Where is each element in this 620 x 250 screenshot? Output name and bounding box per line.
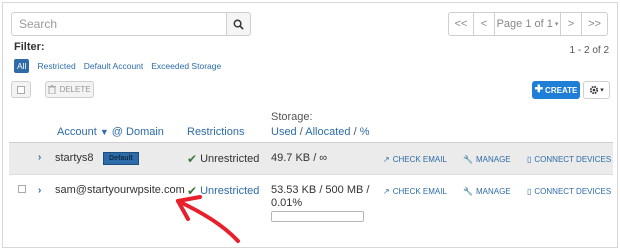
check-icon: ✔ xyxy=(187,184,198,198)
filter-options: All Restricted Default Account Exceeded … xyxy=(14,59,221,73)
first-page-button[interactable]: << xyxy=(448,12,474,36)
connect-devices-link[interactable]: ▯ CONNECT DEVICES xyxy=(527,155,611,164)
sort-desc-icon: ▼ xyxy=(99,127,109,137)
mobile-device-icon: ▯ xyxy=(527,187,532,196)
manage-label: MANAGE xyxy=(475,155,511,164)
account-header-label: Account xyxy=(57,126,97,138)
plus-icon: ✚ xyxy=(534,84,544,95)
storage-column-title: Storage: xyxy=(271,111,313,123)
sort-used-link[interactable]: Used xyxy=(271,126,297,138)
filter-all[interactable]: All xyxy=(14,59,30,73)
table-header: Account ▼ @ Domain Restrictions Storage:… xyxy=(9,107,613,143)
filter-default-account[interactable]: Default Account xyxy=(84,61,144,71)
connect-devices-link[interactable]: ▯ CONNECT DEVICES xyxy=(527,187,611,196)
account-column-header[interactable]: Account ▼ @ Domain xyxy=(57,126,164,138)
page-select-label: Page 1 of 1 xyxy=(496,18,553,30)
default-badge: Default xyxy=(103,152,139,165)
row-checkbox[interactable] xyxy=(18,185,26,193)
gear-icon xyxy=(590,85,599,95)
table-row: › startys8 Default ✔ Unrestricted 49.7 K… xyxy=(9,143,613,175)
storage-percent: 0.01% xyxy=(271,197,303,209)
check-email-label: CHECK EMAIL xyxy=(392,155,447,164)
check-email-link[interactable]: ↗ CHECK EMAIL xyxy=(383,155,447,164)
storage-usage: 49.7 KB / ∞ xyxy=(271,152,328,164)
delete-button[interactable]: DELETE xyxy=(45,81,94,98)
next-page-button[interactable]: > xyxy=(560,12,582,36)
trash-icon xyxy=(48,85,57,94)
wrench-icon: 🔧 xyxy=(463,187,473,196)
search-button[interactable] xyxy=(226,12,251,36)
checkbox-box xyxy=(17,85,25,94)
check-icon: ✔ xyxy=(187,152,198,166)
external-link-icon: ↗ xyxy=(383,155,390,164)
manage-link[interactable]: 🔧 MANAGE xyxy=(463,187,511,196)
results-count: 1 - 2 of 2 xyxy=(569,45,609,56)
check-email-link[interactable]: ↗ CHECK EMAIL xyxy=(383,187,447,196)
select-all-checkbox[interactable] xyxy=(11,81,31,98)
restriction-label: Unrestricted xyxy=(200,185,260,197)
restriction-status: ✔ Unrestricted xyxy=(187,152,259,166)
caret-down-icon: ▾ xyxy=(554,21,559,28)
storage-usage: 53.53 KB / 500 MB / xyxy=(271,184,370,196)
filter-exceeded-storage[interactable]: Exceeded Storage xyxy=(151,61,221,71)
domain-header-label: @ Domain xyxy=(111,126,164,138)
filter-restricted[interactable]: Restricted xyxy=(37,61,75,71)
connect-devices-label: CONNECT DEVICES xyxy=(534,155,612,164)
caret-down-icon: ▾ xyxy=(600,87,604,94)
expand-row-icon[interactable]: › xyxy=(38,152,41,163)
check-email-label: CHECK EMAIL xyxy=(392,187,447,196)
table-row: › sam@startyourwpsite.com ✔ Unrestricted… xyxy=(9,176,613,231)
search-bar xyxy=(11,12,251,36)
restriction-status: ✔ Unrestricted xyxy=(187,184,259,198)
search-icon xyxy=(233,19,244,30)
page-select[interactable]: Page 1 of 1 ▾ xyxy=(494,12,561,36)
restriction-label: Unrestricted xyxy=(200,153,260,165)
search-input[interactable] xyxy=(11,12,226,36)
email-accounts-panel: << < Page 1 of 1 ▾ > >> Filter: 1 - 2 of… xyxy=(2,2,618,248)
connect-devices-label: CONNECT DEVICES xyxy=(534,187,612,196)
restrictions-column-header[interactable]: Restrictions xyxy=(187,126,244,138)
account-name: sam@startyourwpsite.com xyxy=(55,184,185,196)
wrench-icon: 🔧 xyxy=(463,155,473,164)
storage-column-links: Used / Allocated / % xyxy=(271,126,370,138)
manage-link[interactable]: 🔧 MANAGE xyxy=(463,155,511,164)
filter-title: Filter: xyxy=(14,41,45,53)
prev-page-button[interactable]: < xyxy=(473,12,495,36)
delete-button-label: DELETE xyxy=(59,85,91,94)
sort-percent-link[interactable]: % xyxy=(360,126,370,138)
create-button-label: CREATE xyxy=(545,85,578,95)
mobile-device-icon: ▯ xyxy=(527,155,532,164)
storage-progress-bar xyxy=(271,211,364,222)
manage-label: MANAGE xyxy=(475,187,511,196)
expand-row-icon[interactable]: › xyxy=(38,185,41,196)
create-button[interactable]: ✚ CREATE xyxy=(532,81,580,99)
external-link-icon: ↗ xyxy=(383,187,390,196)
pagination: << < Page 1 of 1 ▾ > >> xyxy=(448,12,608,36)
sort-allocated-link[interactable]: Allocated xyxy=(305,126,350,138)
settings-dropdown-button[interactable]: ▾ xyxy=(583,81,610,99)
last-page-button[interactable]: >> xyxy=(581,12,608,36)
account-name: startys8 xyxy=(55,152,94,164)
